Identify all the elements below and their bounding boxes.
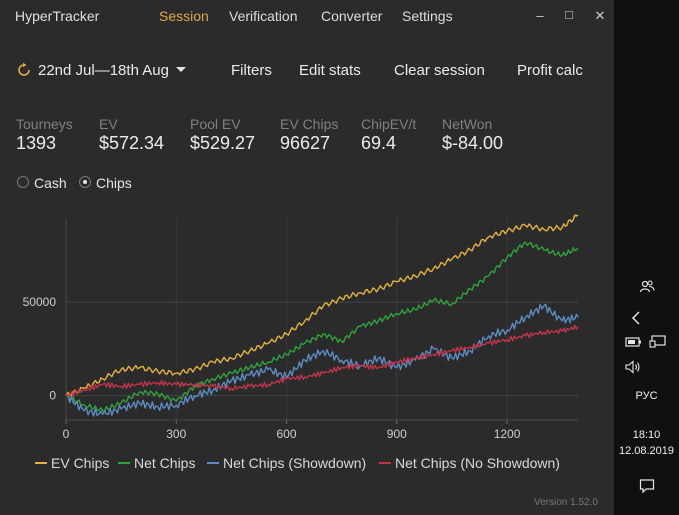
legend-label-net-chips-no-showdown: Net Chips (No Showdown) <box>395 455 560 471</box>
stat-value-chipev-per-t: 69.4 <box>361 133 397 153</box>
legend-label-net-chips: Net Chips <box>134 455 196 471</box>
stat-value-ev: $572.34 <box>99 133 165 153</box>
series-line-net-chips-showdown <box>65 303 579 417</box>
legend-net-chips-no-showdown[interactable]: Net Chips (No Showdown) <box>379 455 560 471</box>
x-tick-label: 300 <box>166 427 186 441</box>
filters-button[interactable]: Filters <box>231 62 272 79</box>
cash-radio-label[interactable]: Cash <box>34 175 67 191</box>
battery-icon[interactable] <box>625 336 643 348</box>
chevron-left-icon[interactable] <box>630 311 642 325</box>
stat-label-pool-ev: Pool EV <box>190 116 241 132</box>
legend-net-chips-showdown[interactable]: Net Chips (Showdown) <box>207 455 366 471</box>
legend-swatch-ev-chips <box>35 462 47 465</box>
chevron-down-icon[interactable] <box>176 67 186 72</box>
chart-series <box>65 214 579 417</box>
nav-settings[interactable]: Settings <box>402 8 453 24</box>
chips-chart: 0 50000 0 300 600 900 1200 <box>23 214 579 441</box>
legend-swatch-net-chips-no-showdown <box>379 462 391 465</box>
stat-value-pool-ev: $529.27 <box>190 133 256 153</box>
stat-label-ev: EV <box>99 116 118 132</box>
stat-label-netwon: NetWon <box>442 116 493 132</box>
stat-label-tourneys: Tourneys <box>16 116 73 132</box>
y-tick-label: 0 <box>49 389 56 403</box>
clear-session-button[interactable]: Clear session <box>394 62 485 79</box>
version-label: Version 1.52.0 <box>534 497 598 508</box>
legend-net-chips[interactable]: Net Chips <box>118 455 195 471</box>
nav-converter[interactable]: Converter <box>321 8 382 24</box>
stat-value-netwon: $-84.00 <box>442 133 504 153</box>
people-icon[interactable] <box>639 279 655 295</box>
clock-time[interactable]: 18:10 <box>614 429 679 441</box>
edit-stats-button[interactable]: Edit stats <box>299 62 361 79</box>
cash-radio[interactable] <box>17 176 29 188</box>
date-range-select[interactable]: 22nd Jul—18th Aug <box>38 62 169 79</box>
minimize-icon[interactable]: – <box>533 8 547 23</box>
x-tick-label: 1200 <box>494 427 521 441</box>
y-tick-label: 50000 <box>23 295 57 309</box>
close-icon[interactable]: ✕ <box>593 8 607 24</box>
windows-taskbar: РУС 18:10 12.08.2019 <box>614 0 679 515</box>
x-tick-label: 900 <box>387 427 407 441</box>
maximize-icon[interactable]: □ <box>562 7 576 22</box>
chips-radio[interactable] <box>79 176 91 188</box>
x-tick-label: 0 <box>63 427 70 441</box>
legend-ev-chips[interactable]: EV Chips <box>35 455 109 471</box>
x-tick-label: 600 <box>277 427 297 441</box>
profit-calc-button[interactable]: Profit calc <box>517 62 583 79</box>
app-title: HyperTracker <box>15 8 100 24</box>
nav-verification[interactable]: Verification <box>229 8 297 24</box>
stat-value-ev-chips: 96627 <box>280 133 331 153</box>
chips-radio-label[interactable]: Chips <box>96 175 132 191</box>
refresh-icon[interactable] <box>16 62 32 78</box>
clock-date[interactable]: 12.08.2019 <box>614 445 679 457</box>
network-icon[interactable] <box>649 335 667 349</box>
notification-icon[interactable] <box>639 478 655 494</box>
volume-icon[interactable] <box>625 360 641 374</box>
chart-grid <box>66 218 578 420</box>
legend-swatch-net-chips-showdown <box>207 462 219 465</box>
legend-swatch-net-chips <box>118 462 130 465</box>
app-window: HyperTracker Session Verification Conver… <box>0 0 614 515</box>
stat-value-tourneys: 1393 <box>16 133 57 153</box>
stat-label-chipev-per-t: ChipEV/t <box>361 116 417 132</box>
series-line-ev-chips <box>65 214 579 397</box>
title-bar: HyperTracker Session Verification Conver… <box>0 0 614 32</box>
language-indicator[interactable]: РУС <box>614 390 679 402</box>
legend-label-ev-chips: EV Chips <box>51 455 110 471</box>
nav-session[interactable]: Session <box>159 8 209 24</box>
legend-label-net-chips-showdown: Net Chips (Showdown) <box>223 455 367 471</box>
stat-label-ev-chips: EV Chips <box>280 116 339 132</box>
